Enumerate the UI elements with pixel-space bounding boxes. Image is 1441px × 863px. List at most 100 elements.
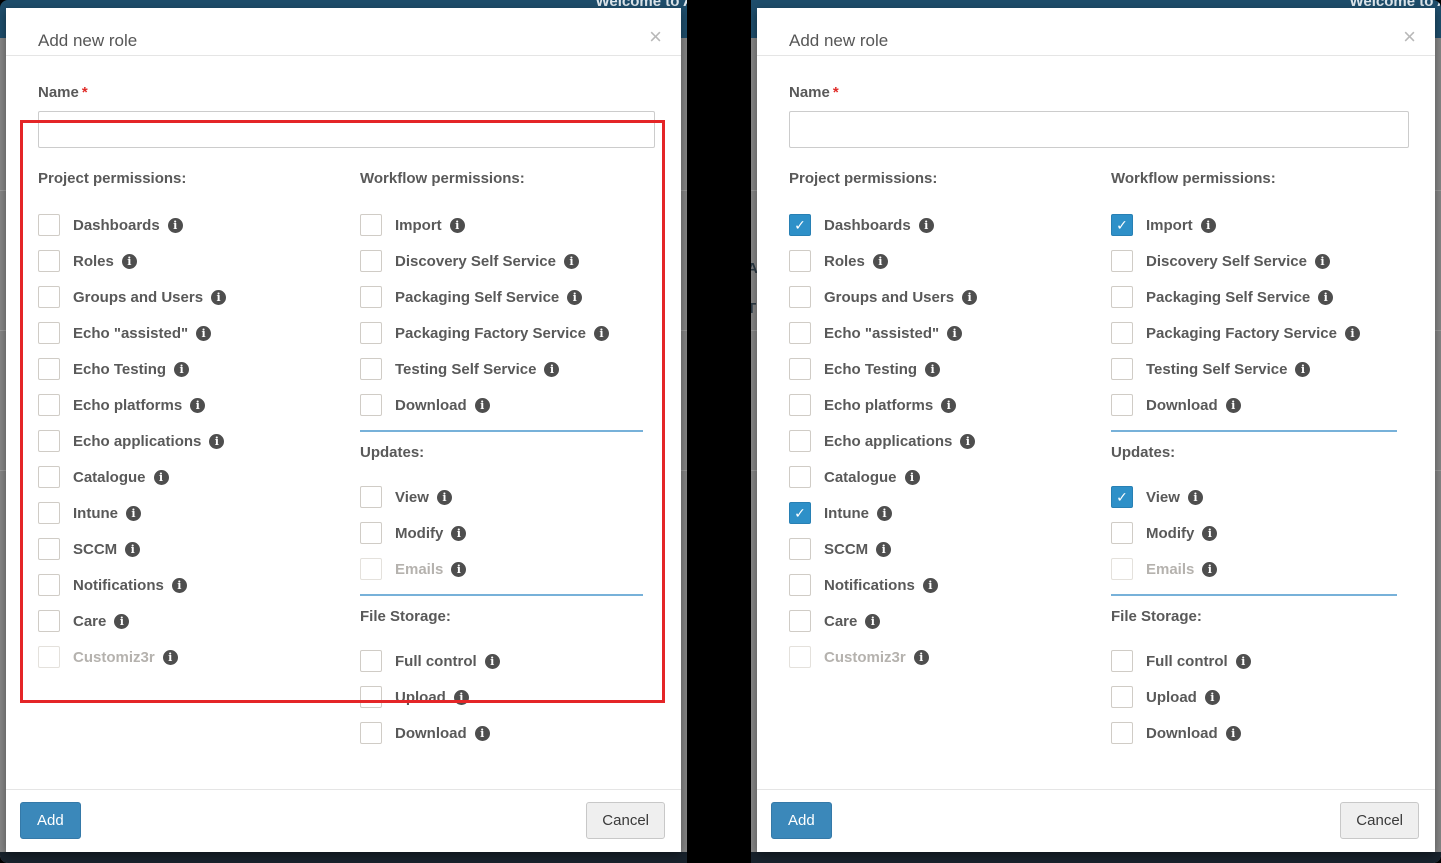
role-name-input[interactable]: [789, 111, 1409, 148]
info-icon[interactable]: i: [1202, 526, 1217, 541]
info-icon[interactable]: i: [925, 362, 940, 377]
role-name-input[interactable]: [38, 111, 655, 148]
info-icon[interactable]: i: [873, 254, 888, 269]
checkbox-packaging-factory-service[interactable]: [360, 322, 382, 344]
checkbox-modify[interactable]: [1111, 522, 1133, 544]
info-icon[interactable]: i: [941, 398, 956, 413]
checkbox-sccm[interactable]: [789, 538, 811, 560]
info-icon[interactable]: i: [1226, 726, 1241, 741]
info-icon[interactable]: i: [1295, 362, 1310, 377]
checkbox-discovery-self-service[interactable]: [360, 250, 382, 272]
info-icon[interactable]: i: [114, 614, 129, 629]
info-icon[interactable]: i: [1345, 326, 1360, 341]
checkbox-modify[interactable]: [360, 522, 382, 544]
checkbox-download[interactable]: [1111, 722, 1133, 744]
info-icon[interactable]: i: [126, 506, 141, 521]
info-icon[interactable]: i: [122, 254, 137, 269]
checkbox-echo-assisted[interactable]: [38, 322, 60, 344]
info-icon[interactable]: i: [475, 398, 490, 413]
info-icon[interactable]: i: [923, 578, 938, 593]
cancel-button[interactable]: Cancel: [586, 802, 665, 839]
checkbox-echo-platforms[interactable]: [789, 394, 811, 416]
info-icon[interactable]: i: [919, 218, 934, 233]
checkbox-groups-and-users[interactable]: [789, 286, 811, 308]
info-icon[interactable]: i: [960, 434, 975, 449]
info-icon[interactable]: i: [947, 326, 962, 341]
info-icon[interactable]: i: [163, 650, 178, 665]
checkbox-roles[interactable]: [38, 250, 60, 272]
checkbox-intune[interactable]: ✓: [789, 502, 811, 524]
checkbox-packaging-self-service[interactable]: [1111, 286, 1133, 308]
checkbox-echo-assisted[interactable]: [789, 322, 811, 344]
info-icon[interactable]: i: [168, 218, 183, 233]
checkbox-notifications[interactable]: [789, 574, 811, 596]
info-icon[interactable]: i: [877, 506, 892, 521]
checkbox-notifications[interactable]: [38, 574, 60, 596]
checkbox-testing-self-service[interactable]: [360, 358, 382, 380]
info-icon[interactable]: i: [475, 726, 490, 741]
info-icon[interactable]: i: [437, 490, 452, 505]
info-icon[interactable]: i: [1201, 218, 1216, 233]
checkbox-echo-applications[interactable]: [38, 430, 60, 452]
checkbox-echo-platforms[interactable]: [38, 394, 60, 416]
checkbox-echo-testing[interactable]: [789, 358, 811, 380]
checkbox-testing-self-service[interactable]: [1111, 358, 1133, 380]
cancel-button[interactable]: Cancel: [1340, 802, 1419, 839]
checkbox-echo-testing[interactable]: [38, 358, 60, 380]
close-icon[interactable]: ×: [649, 26, 662, 48]
info-icon[interactable]: i: [196, 326, 211, 341]
checkbox-view[interactable]: ✓: [1111, 486, 1133, 508]
checkbox-import[interactable]: ✓: [1111, 214, 1133, 236]
checkbox-catalogue[interactable]: [38, 466, 60, 488]
info-icon[interactable]: i: [564, 254, 579, 269]
info-icon[interactable]: i: [174, 362, 189, 377]
info-icon[interactable]: i: [485, 654, 500, 669]
info-icon[interactable]: i: [544, 362, 559, 377]
info-icon[interactable]: i: [876, 542, 891, 557]
info-icon[interactable]: i: [211, 290, 226, 305]
checkbox-groups-and-users[interactable]: [38, 286, 60, 308]
info-icon[interactable]: i: [172, 578, 187, 593]
close-icon[interactable]: ×: [1403, 26, 1416, 48]
checkbox-import[interactable]: [360, 214, 382, 236]
info-icon[interactable]: i: [451, 562, 466, 577]
checkbox-packaging-self-service[interactable]: [360, 286, 382, 308]
checkbox-roles[interactable]: [789, 250, 811, 272]
info-icon[interactable]: i: [454, 690, 469, 705]
checkbox-discovery-self-service[interactable]: [1111, 250, 1133, 272]
checkbox-full-control[interactable]: [1111, 650, 1133, 672]
checkbox-full-control[interactable]: [360, 650, 382, 672]
info-icon[interactable]: i: [1202, 562, 1217, 577]
info-icon[interactable]: i: [190, 398, 205, 413]
info-icon[interactable]: i: [1236, 654, 1251, 669]
checkbox-intune[interactable]: [38, 502, 60, 524]
checkbox-care[interactable]: [789, 610, 811, 632]
info-icon[interactable]: i: [865, 614, 880, 629]
info-icon[interactable]: i: [1315, 254, 1330, 269]
info-icon[interactable]: i: [594, 326, 609, 341]
info-icon[interactable]: i: [1205, 690, 1220, 705]
checkbox-upload[interactable]: [1111, 686, 1133, 708]
info-icon[interactable]: i: [905, 470, 920, 485]
info-icon[interactable]: i: [209, 434, 224, 449]
checkbox-download[interactable]: [360, 722, 382, 744]
checkbox-sccm[interactable]: [38, 538, 60, 560]
info-icon[interactable]: i: [914, 650, 929, 665]
checkbox-packaging-factory-service[interactable]: [1111, 322, 1133, 344]
checkbox-care[interactable]: [38, 610, 60, 632]
checkbox-upload[interactable]: [360, 686, 382, 708]
info-icon[interactable]: i: [1226, 398, 1241, 413]
info-icon[interactable]: i: [1188, 490, 1203, 505]
info-icon[interactable]: i: [451, 526, 466, 541]
checkbox-dashboards[interactable]: [38, 214, 60, 236]
info-icon[interactable]: i: [450, 218, 465, 233]
checkbox-download[interactable]: [360, 394, 382, 416]
checkbox-dashboards[interactable]: ✓: [789, 214, 811, 236]
info-icon[interactable]: i: [154, 470, 169, 485]
checkbox-catalogue[interactable]: [789, 466, 811, 488]
info-icon[interactable]: i: [1318, 290, 1333, 305]
info-icon[interactable]: i: [962, 290, 977, 305]
info-icon[interactable]: i: [567, 290, 582, 305]
add-button[interactable]: Add: [771, 802, 832, 839]
checkbox-download[interactable]: [1111, 394, 1133, 416]
